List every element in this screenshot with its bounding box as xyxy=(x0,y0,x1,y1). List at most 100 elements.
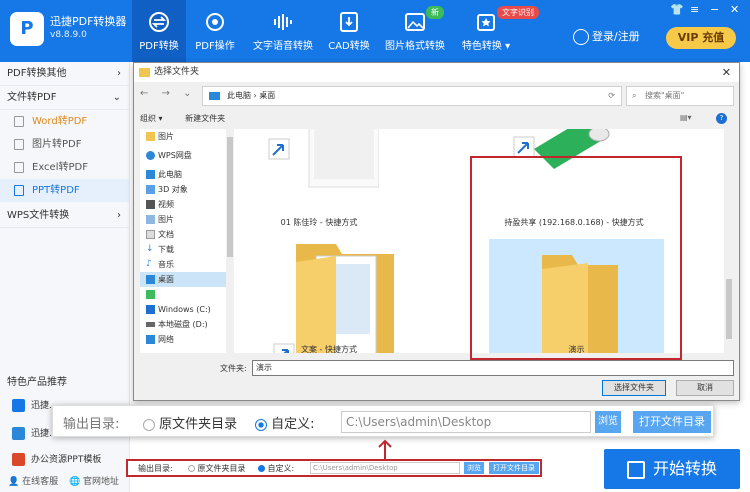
cancel-button[interactable]: 取消 xyxy=(676,380,734,396)
dialog-toolbar: 组织 ▾ 新建文件夹 ▤▾ ? xyxy=(140,113,727,124)
nav-label: CAD转换 xyxy=(328,41,370,52)
document-thumbnail-icon xyxy=(268,129,380,188)
drive-icon xyxy=(146,322,155,327)
folder-label: 文件夹: xyxy=(220,364,247,373)
address-bar[interactable]: 此电脑 › 桌面 ⟳ xyxy=(202,86,622,106)
view-icon[interactable]: ▤▾ xyxy=(680,113,692,122)
search-input[interactable]: ⌕ 搜索"桌面" xyxy=(626,86,734,106)
scroll-thumb[interactable] xyxy=(726,279,732,339)
browse-button[interactable]: 浏览 xyxy=(464,462,484,474)
tree-item[interactable]: 网络 xyxy=(140,332,226,347)
user-icon xyxy=(573,29,589,45)
file-list-scrollbar[interactable] xyxy=(724,129,734,353)
nav-pdf-convert[interactable]: PDF转换 xyxy=(132,0,186,62)
documents-icon xyxy=(146,230,155,239)
file-item[interactable] xyxy=(244,239,414,353)
output-path-input[interactable]: C:\Users\admin\Desktop xyxy=(341,411,591,433)
start-convert-button[interactable]: 开始转换 xyxy=(604,449,740,489)
folder-name-input[interactable]: 演示 xyxy=(252,360,734,376)
tree-item[interactable]: 3D 对象 xyxy=(140,182,226,197)
app-version: v8.8.9.0 xyxy=(50,30,87,40)
menu-icon[interactable]: ≡ xyxy=(690,3,699,16)
service-label: 在线客服 xyxy=(22,477,59,487)
select-folder-button[interactable]: 选择文件夹 xyxy=(602,380,666,396)
tree-label: 此电脑 xyxy=(158,170,182,179)
tree-item[interactable]: 图片 xyxy=(140,212,226,227)
website-link[interactable]: 🌐 官网地址 xyxy=(69,477,119,487)
radio-custom[interactable]: 自定义: xyxy=(258,463,294,474)
output-zoom-callout: 输出目录: 原文件夹目录 自定义: C:\Users\admin\Desktop… xyxy=(52,405,714,437)
nav-cad[interactable]: CAD转换 xyxy=(326,0,372,62)
app-icon xyxy=(146,290,155,299)
tree-label: 本地磁盘 (D:) xyxy=(158,320,208,329)
refresh-icon[interactable]: ⟳ xyxy=(608,87,615,105)
download-icon: ↓ xyxy=(146,244,154,254)
section-label: 文件转PDF xyxy=(7,92,57,103)
open-folder-button[interactable]: 打开文件目录 xyxy=(633,411,711,433)
radio-icon xyxy=(188,465,195,472)
file-item[interactable]: 01 陈佳玲 - 快捷方式 xyxy=(244,129,394,233)
radio-custom[interactable]: 自定义: xyxy=(255,413,315,432)
featured-item[interactable]: 办公资源PPT模板 xyxy=(12,452,101,466)
breadcrumb-item[interactable]: 桌面 xyxy=(259,91,275,100)
service-link[interactable]: 👤 在线客服 xyxy=(8,477,58,487)
tree-item[interactable]: WPS网盘 xyxy=(140,148,226,163)
nav-label: 文字语音转换 xyxy=(253,41,313,52)
tree-item[interactable]: ♪ 音乐 xyxy=(140,257,226,272)
nav-text-speech[interactable]: 文字语音转换 xyxy=(252,0,314,62)
login-button[interactable]: 登录/注册 xyxy=(573,28,640,45)
tree-label: 文档 xyxy=(158,230,174,239)
vip-button[interactable]: VIP 充值 xyxy=(666,27,736,49)
tree-label: 音乐 xyxy=(158,260,174,269)
tree-item[interactable]: Windows (C:) xyxy=(140,302,226,317)
computer-icon xyxy=(146,170,155,179)
waveform-icon xyxy=(274,14,292,30)
radio-original[interactable]: 原文件夹目录 xyxy=(143,413,237,432)
tree-item[interactable]: 本地磁盘 (D:) xyxy=(140,317,226,332)
tree-item[interactable]: 此电脑 xyxy=(140,167,226,182)
sidebar-section-pdf-other[interactable]: PDF转换其他 › xyxy=(0,62,129,86)
sidebar-section-file-to-pdf[interactable]: 文件转PDF ⌄ xyxy=(0,86,129,110)
open-folder-button[interactable]: 打开文件目录 xyxy=(489,462,539,474)
document-icon xyxy=(14,185,24,196)
close-icon[interactable]: ✕ xyxy=(722,63,731,82)
highlight-box xyxy=(470,156,682,360)
tree-label: 网络 xyxy=(158,335,174,344)
nav-pdf-operate[interactable]: PDF操作 xyxy=(190,0,240,62)
radio-original[interactable]: 原文件夹目录 xyxy=(188,463,246,474)
tree-item[interactable] xyxy=(140,287,226,302)
start-label: 开始转换 xyxy=(652,459,717,478)
new-folder-button[interactable]: 新建文件夹 xyxy=(185,114,225,123)
sidebar-section-wps[interactable]: WPS文件转换 › xyxy=(0,204,129,228)
scroll-thumb[interactable] xyxy=(227,137,233,257)
sidebar-item-word[interactable]: Word转PDF xyxy=(0,110,129,133)
skin-icon[interactable]: 👕 xyxy=(670,3,684,16)
video-icon xyxy=(146,200,155,209)
featured-item[interactable]: 迅捷... xyxy=(12,426,58,440)
output-path-input[interactable]: C:\Users\admin\Desktop xyxy=(310,462,460,474)
output-label: 输出目录: xyxy=(138,464,173,473)
star-icon xyxy=(477,14,495,31)
nav-label: 特色转换 xyxy=(461,41,502,52)
featured-item[interactable]: 迅捷... xyxy=(12,398,58,412)
organize-button[interactable]: 组织 ▾ xyxy=(140,114,163,123)
file-name: 文案 - 快捷方式 xyxy=(301,345,357,354)
sidebar-item-image[interactable]: 图片转PDF xyxy=(0,133,129,156)
minimize-icon[interactable]: − xyxy=(710,3,719,16)
sidebar-item-ppt[interactable]: PPT转PDF xyxy=(0,179,129,202)
tree-item[interactable]: ↓ 下载 xyxy=(140,242,226,257)
tree-item-desktop[interactable]: 桌面 xyxy=(140,272,226,287)
help-icon[interactable]: ? xyxy=(716,113,727,124)
browse-button[interactable]: 浏览 xyxy=(595,411,621,433)
tree-item[interactable]: 文档 xyxy=(140,227,226,242)
sidebar-item-excel[interactable]: Excel转PDF xyxy=(0,156,129,179)
nav-tree: 图片 WPS网盘 此电脑 3D 对象 视频 图片 文档 ↓ 下载 ♪ 音乐 桌面 W… xyxy=(140,129,226,353)
close-icon[interactable]: ✕ xyxy=(730,3,739,16)
breadcrumb-item[interactable]: 此电脑 xyxy=(227,91,251,100)
tree-label: WPS网盘 xyxy=(158,151,192,160)
section-label: PDF转换其他 xyxy=(7,68,67,79)
tree-scrollbar[interactable] xyxy=(226,129,234,353)
tree-item[interactable]: 图片 xyxy=(140,129,226,144)
top-bar: P 迅捷PDF转换器 v8.8.9.0 PDF转换 PDF操作 文字语音转换 C… xyxy=(0,0,750,62)
tree-item[interactable]: 视频 xyxy=(140,197,226,212)
